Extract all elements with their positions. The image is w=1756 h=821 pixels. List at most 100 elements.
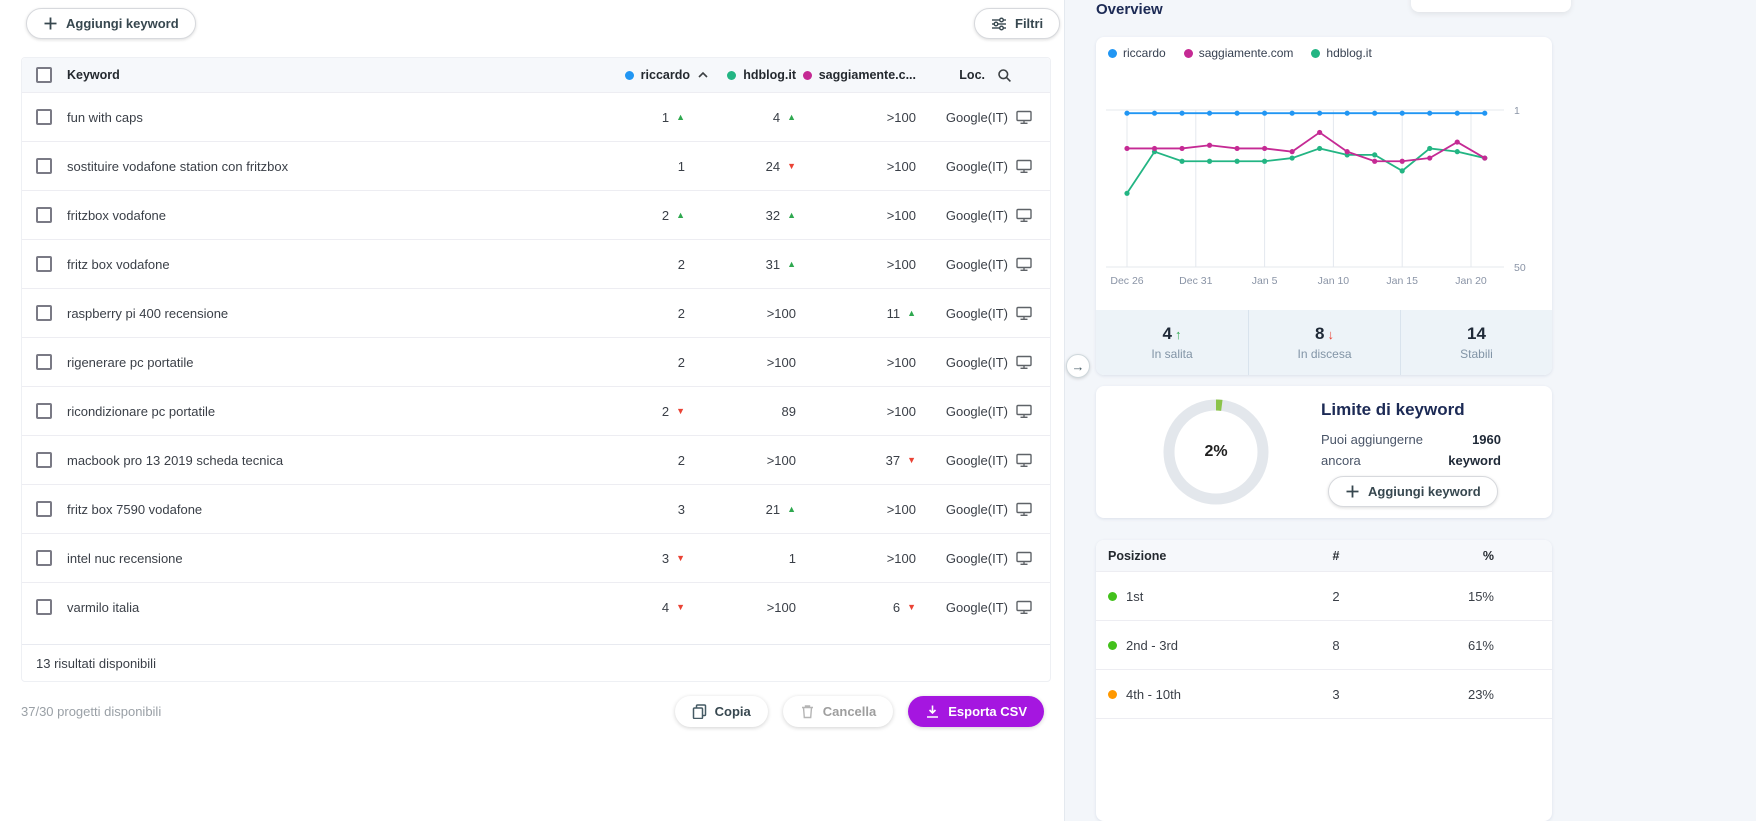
select-all-checkbox[interactable] — [36, 67, 52, 83]
position-count: 2 — [1266, 589, 1406, 604]
table-row[interactable]: intel nuc recensione 3▼ 1 >100 Google(IT… — [22, 533, 1050, 582]
row-checkbox[interactable] — [36, 256, 52, 272]
table-row[interactable]: sostituire vodafone station con fritzbox… — [22, 141, 1050, 190]
delete-button[interactable]: Cancella — [783, 696, 893, 727]
rank-cell-1: 1 — [540, 159, 685, 174]
down-arrow-icon: ↓ — [1327, 327, 1334, 342]
row-checkbox[interactable] — [36, 403, 52, 419]
desktop-icon — [1016, 110, 1032, 125]
row-checkbox[interactable] — [36, 452, 52, 468]
rank-trend-chart: Dec 26Dec 31Jan 5Jan 10Jan 15Jan 20150 — [1096, 65, 1552, 310]
series-dot-saggiamente — [803, 71, 812, 80]
row-checkbox[interactable] — [36, 207, 52, 223]
svg-text:1: 1 — [1514, 105, 1520, 117]
trend-icon: ▲ — [676, 211, 685, 220]
results-count: 13 risultati disponibili — [36, 656, 156, 671]
legend-item[interactable]: saggiamente.com — [1184, 46, 1294, 60]
row-checkbox[interactable] — [36, 158, 52, 174]
legend-item[interactable]: hdblog.it — [1311, 46, 1371, 60]
svg-text:Jan 15: Jan 15 — [1386, 275, 1418, 287]
search-icon[interactable] — [997, 68, 1012, 83]
position-row[interactable]: 1st 215% — [1096, 571, 1552, 620]
rank-cell-3: >100 — [796, 110, 916, 125]
table-row[interactable]: fritzbox vodafone 2▲ 32▲ >100 Google(IT) — [22, 190, 1050, 239]
stat-label: In discesa — [1297, 347, 1351, 361]
row-checkbox[interactable] — [36, 550, 52, 566]
trend-icon: ▼ — [787, 162, 796, 171]
add-keyword-button[interactable]: Aggiungi keyword — [26, 8, 196, 39]
rank-cell-3: 6▼ — [796, 600, 916, 615]
filters-button[interactable]: Filtri — [974, 8, 1060, 39]
copy-button[interactable]: Copia — [675, 696, 768, 727]
stat-label: Stabili — [1460, 347, 1493, 361]
add-keyword-button-secondary[interactable]: Aggiungi keyword — [1328, 476, 1498, 507]
rank-cell-2: 4▲ — [685, 110, 796, 125]
position-percent: 15% — [1406, 589, 1552, 604]
trend-icon: ▲ — [787, 260, 796, 269]
table-row[interactable]: rigenerare pc portatile 2 >100 >100 Goog… — [22, 337, 1050, 386]
desktop-icon — [1016, 306, 1032, 321]
keyword-cell: fritz box vodafone — [66, 257, 540, 272]
export-csv-button[interactable]: Esporta CSV — [908, 696, 1044, 727]
position-row[interactable]: 4th - 10th323% — [1096, 669, 1552, 718]
desktop-icon — [1016, 404, 1032, 419]
row-checkbox[interactable] — [36, 599, 52, 615]
position-count: 8 — [1266, 638, 1406, 653]
row-checkbox[interactable] — [36, 501, 52, 517]
table-row[interactable]: fritz box vodafone 2 31▲ >100 Google(IT) — [22, 239, 1050, 288]
column-header-saggiamente[interactable]: saggiamente.c... — [796, 68, 916, 82]
filter-icon — [991, 16, 1007, 32]
row-checkbox[interactable] — [36, 354, 52, 370]
legend-label: hdblog.it — [1326, 46, 1371, 60]
svg-text:Dec 26: Dec 26 — [1110, 275, 1143, 287]
limit-text-line1: Puoi aggiungerne — [1321, 430, 1423, 451]
table-row[interactable]: ricondizionare pc portatile 2▼ 89 >100 G… — [22, 386, 1050, 435]
table-row[interactable]: fun with caps 1▲ 4▲ >100 Google(IT) — [22, 92, 1050, 141]
rank-cell-1: 4▼ — [540, 600, 685, 615]
rank-cell-3: >100 — [796, 257, 916, 272]
rank-cell-3: >100 — [796, 208, 916, 223]
position-label: 4th - 10th — [1126, 687, 1181, 702]
row-checkbox[interactable] — [36, 305, 52, 321]
positions-header: Posizione # % — [1096, 540, 1552, 571]
legend-dot — [1311, 49, 1320, 58]
plus-icon — [43, 16, 58, 31]
copy-icon — [692, 704, 707, 719]
position-label: 1st — [1126, 589, 1143, 604]
table-row[interactable]: fritz box 7590 vodafone 3 21▲ >100 Googl… — [22, 484, 1050, 533]
add-keyword-label: Aggiungi keyword — [66, 16, 179, 31]
column-header-riccardo[interactable]: riccardo — [564, 68, 709, 82]
rank-cell-3: >100 — [796, 551, 916, 566]
plus-icon — [1345, 484, 1360, 499]
keyword-cell: raspberry pi 400 recensione — [66, 306, 540, 321]
desktop-icon — [1016, 600, 1032, 615]
up-arrow-icon: ↑ — [1175, 327, 1182, 342]
trend-icon: ▼ — [907, 456, 916, 465]
series-dot-riccardo — [625, 71, 634, 80]
position-percent: 23% — [1406, 687, 1552, 702]
loc-cell: Google(IT) — [916, 208, 1050, 223]
legend-dot — [1108, 49, 1117, 58]
positions-card: Posizione # % 1st215%2nd - 3rd861%4th - … — [1096, 540, 1552, 821]
table-row[interactable]: raspberry pi 400 recensione 2 >100 11▲ G… — [22, 288, 1050, 337]
rank-cell-2: 21▲ — [685, 502, 796, 517]
column-header-keyword[interactable]: Keyword — [66, 68, 540, 82]
loc-cell: Google(IT) — [916, 502, 1050, 517]
keyword-table-body: fun with caps 1▲ 4▲ >100 Google(IT) sost… — [22, 92, 1050, 631]
sort-asc-icon — [697, 71, 709, 79]
collapse-panel-button[interactable]: → — [1066, 354, 1090, 378]
table-row[interactable]: varmilo italia 4▼ >100 6▼ Google(IT) — [22, 582, 1050, 631]
projects-available: 37/30 progetti disponibili — [21, 704, 161, 719]
desktop-icon — [1016, 453, 1032, 468]
row-checkbox[interactable] — [36, 109, 52, 125]
table-row[interactable]: macbook pro 13 2019 scheda tecnica 2 >10… — [22, 435, 1050, 484]
stat-value: 14 — [1467, 324, 1486, 344]
position-row[interactable]: 2nd - 3rd861% — [1096, 620, 1552, 669]
loc-cell: Google(IT) — [916, 551, 1050, 566]
position-dot — [1108, 641, 1117, 650]
legend-item[interactable]: riccardo — [1108, 46, 1166, 60]
chart-legend: riccardo saggiamente.com hdblog.it — [1108, 46, 1372, 60]
column-header-loc[interactable]: Loc. — [916, 68, 1050, 83]
floating-card-cutoff — [1411, 0, 1571, 12]
keyword-cell: sostituire vodafone station con fritzbox — [66, 159, 540, 174]
